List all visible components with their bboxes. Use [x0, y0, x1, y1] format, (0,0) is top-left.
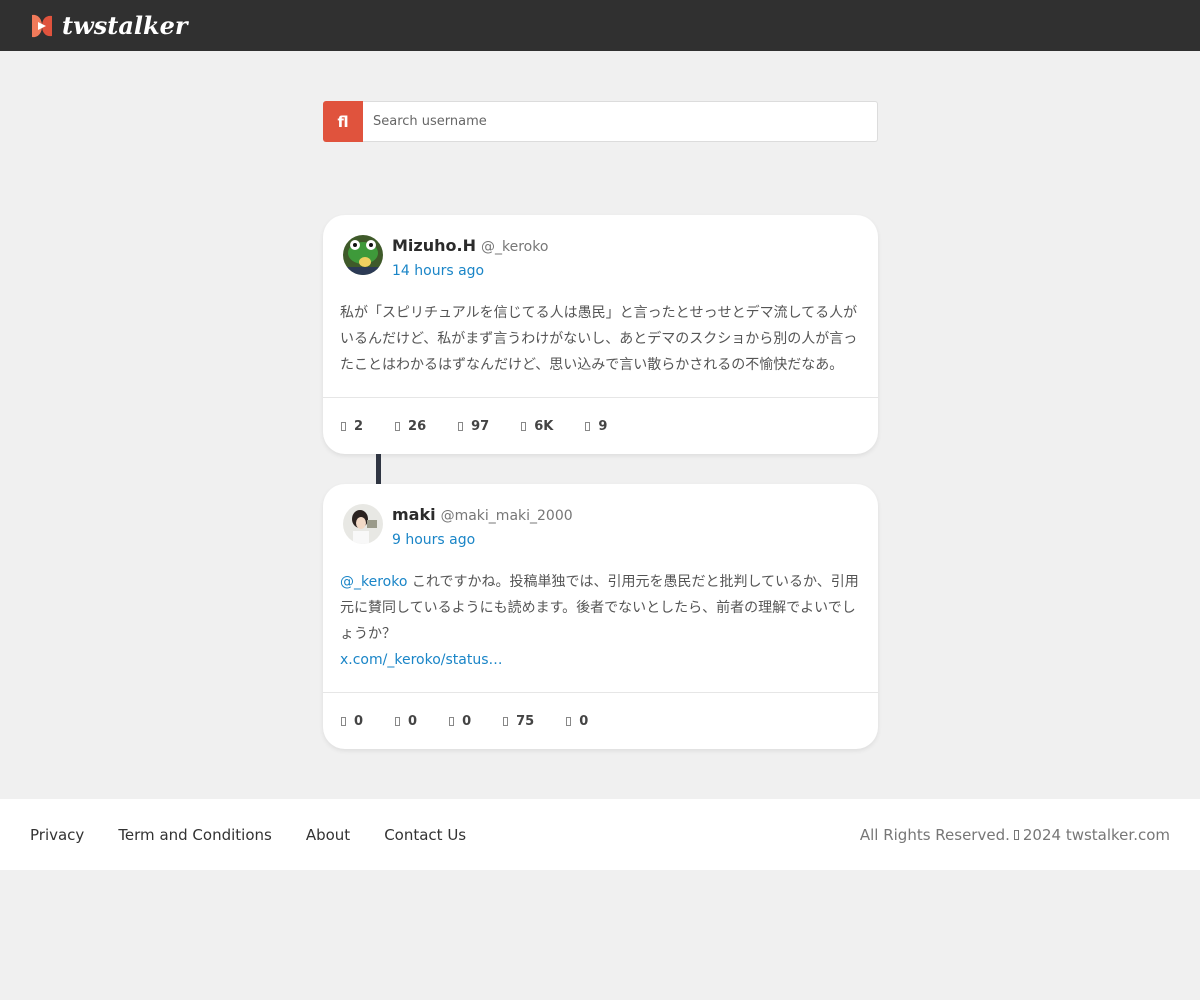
view-count[interactable]: 6K	[521, 419, 553, 434]
mention-link[interactable]: @_keroko	[340, 574, 407, 590]
brand-name: twstalker	[62, 11, 188, 40]
reply-icon	[341, 717, 346, 726]
avatar[interactable]	[343, 235, 383, 275]
tweet-card: Mizuho.H @_keroko 14 hours ago 私が「スピリチュア…	[323, 215, 878, 454]
like-icon	[458, 422, 464, 431]
thread-connector	[376, 454, 381, 484]
bookmark-icon	[566, 717, 572, 726]
username[interactable]: @_keroko	[481, 239, 548, 255]
view-icon	[503, 717, 509, 726]
footer-link-terms[interactable]: Term and Conditions	[118, 826, 272, 844]
logo[interactable]: twstalker	[30, 12, 188, 40]
like-count[interactable]: 97	[458, 419, 489, 434]
bookmark-icon	[585, 422, 591, 431]
footer-link-about[interactable]: About	[306, 826, 350, 844]
view-icon	[521, 422, 527, 431]
tweet-text: 私が「スピリチュアルを信じてる人は愚民」と言ったとせっせとデマ流してる人がいるん…	[340, 305, 858, 373]
bookmark-count[interactable]: 9	[585, 419, 607, 434]
retweet-icon	[395, 422, 401, 431]
search-bar: fl	[323, 101, 878, 142]
author-row: Mizuho.H @_keroko	[392, 236, 548, 255]
tweet-stats: 0 0 0 75 0	[341, 714, 620, 729]
retweet-count[interactable]: 26	[395, 419, 426, 434]
bookmark-count[interactable]: 0	[566, 714, 588, 729]
username[interactable]: @maki_maki_2000	[441, 508, 573, 524]
tweet-text: これですかね。投稿単独では、引用元を愚民だと批判しているか、引用元に賛同している…	[340, 574, 859, 642]
divider	[323, 397, 878, 398]
like-icon	[449, 717, 455, 726]
footer-nav: Privacy Term and Conditions About Contac…	[30, 826, 500, 844]
copyright-notice: All Rights Reserved. 2024 twstalker.com	[860, 826, 1170, 844]
tweet-stats: 2 26 97 6K 9	[341, 419, 639, 434]
author-row: maki @maki_maki_2000	[392, 505, 573, 524]
top-bar: twstalker	[0, 0, 1200, 51]
footer-link-privacy[interactable]: Privacy	[30, 826, 84, 844]
twstalker-logo-icon	[30, 13, 54, 39]
copyright-year-site: 2024 twstalker.com	[1022, 826, 1170, 844]
like-count[interactable]: 0	[449, 714, 471, 729]
tweet-timestamp[interactable]: 9 hours ago	[392, 532, 475, 548]
footer-link-contact[interactable]: Contact Us	[384, 826, 466, 844]
avatar[interactable]	[343, 504, 383, 544]
retweet-count[interactable]: 0	[395, 714, 417, 729]
search-button[interactable]: fl	[323, 101, 363, 142]
display-name[interactable]: maki	[392, 505, 436, 524]
tweet-timestamp[interactable]: 14 hours ago	[392, 263, 484, 279]
copyright-icon	[1013, 830, 1019, 840]
search-input[interactable]	[363, 101, 878, 142]
footer: Privacy Term and Conditions About Contac…	[0, 799, 1200, 870]
view-count[interactable]: 75	[503, 714, 534, 729]
reply-count[interactable]: 0	[341, 714, 363, 729]
tweet-body: @_keroko これですかね。投稿単独では、引用元を愚民だと批判しているか、引…	[340, 569, 862, 673]
quoted-tweet-link[interactable]: x.com/_keroko/status…	[340, 652, 503, 668]
tweet-card: maki @maki_maki_2000 9 hours ago @_kerok…	[323, 484, 878, 749]
display-name[interactable]: Mizuho.H	[392, 236, 476, 255]
rights-text: All Rights Reserved.	[859, 826, 1010, 844]
reply-icon	[341, 422, 346, 431]
divider	[323, 692, 878, 693]
reply-count[interactable]: 2	[341, 419, 363, 434]
retweet-icon	[395, 717, 401, 726]
